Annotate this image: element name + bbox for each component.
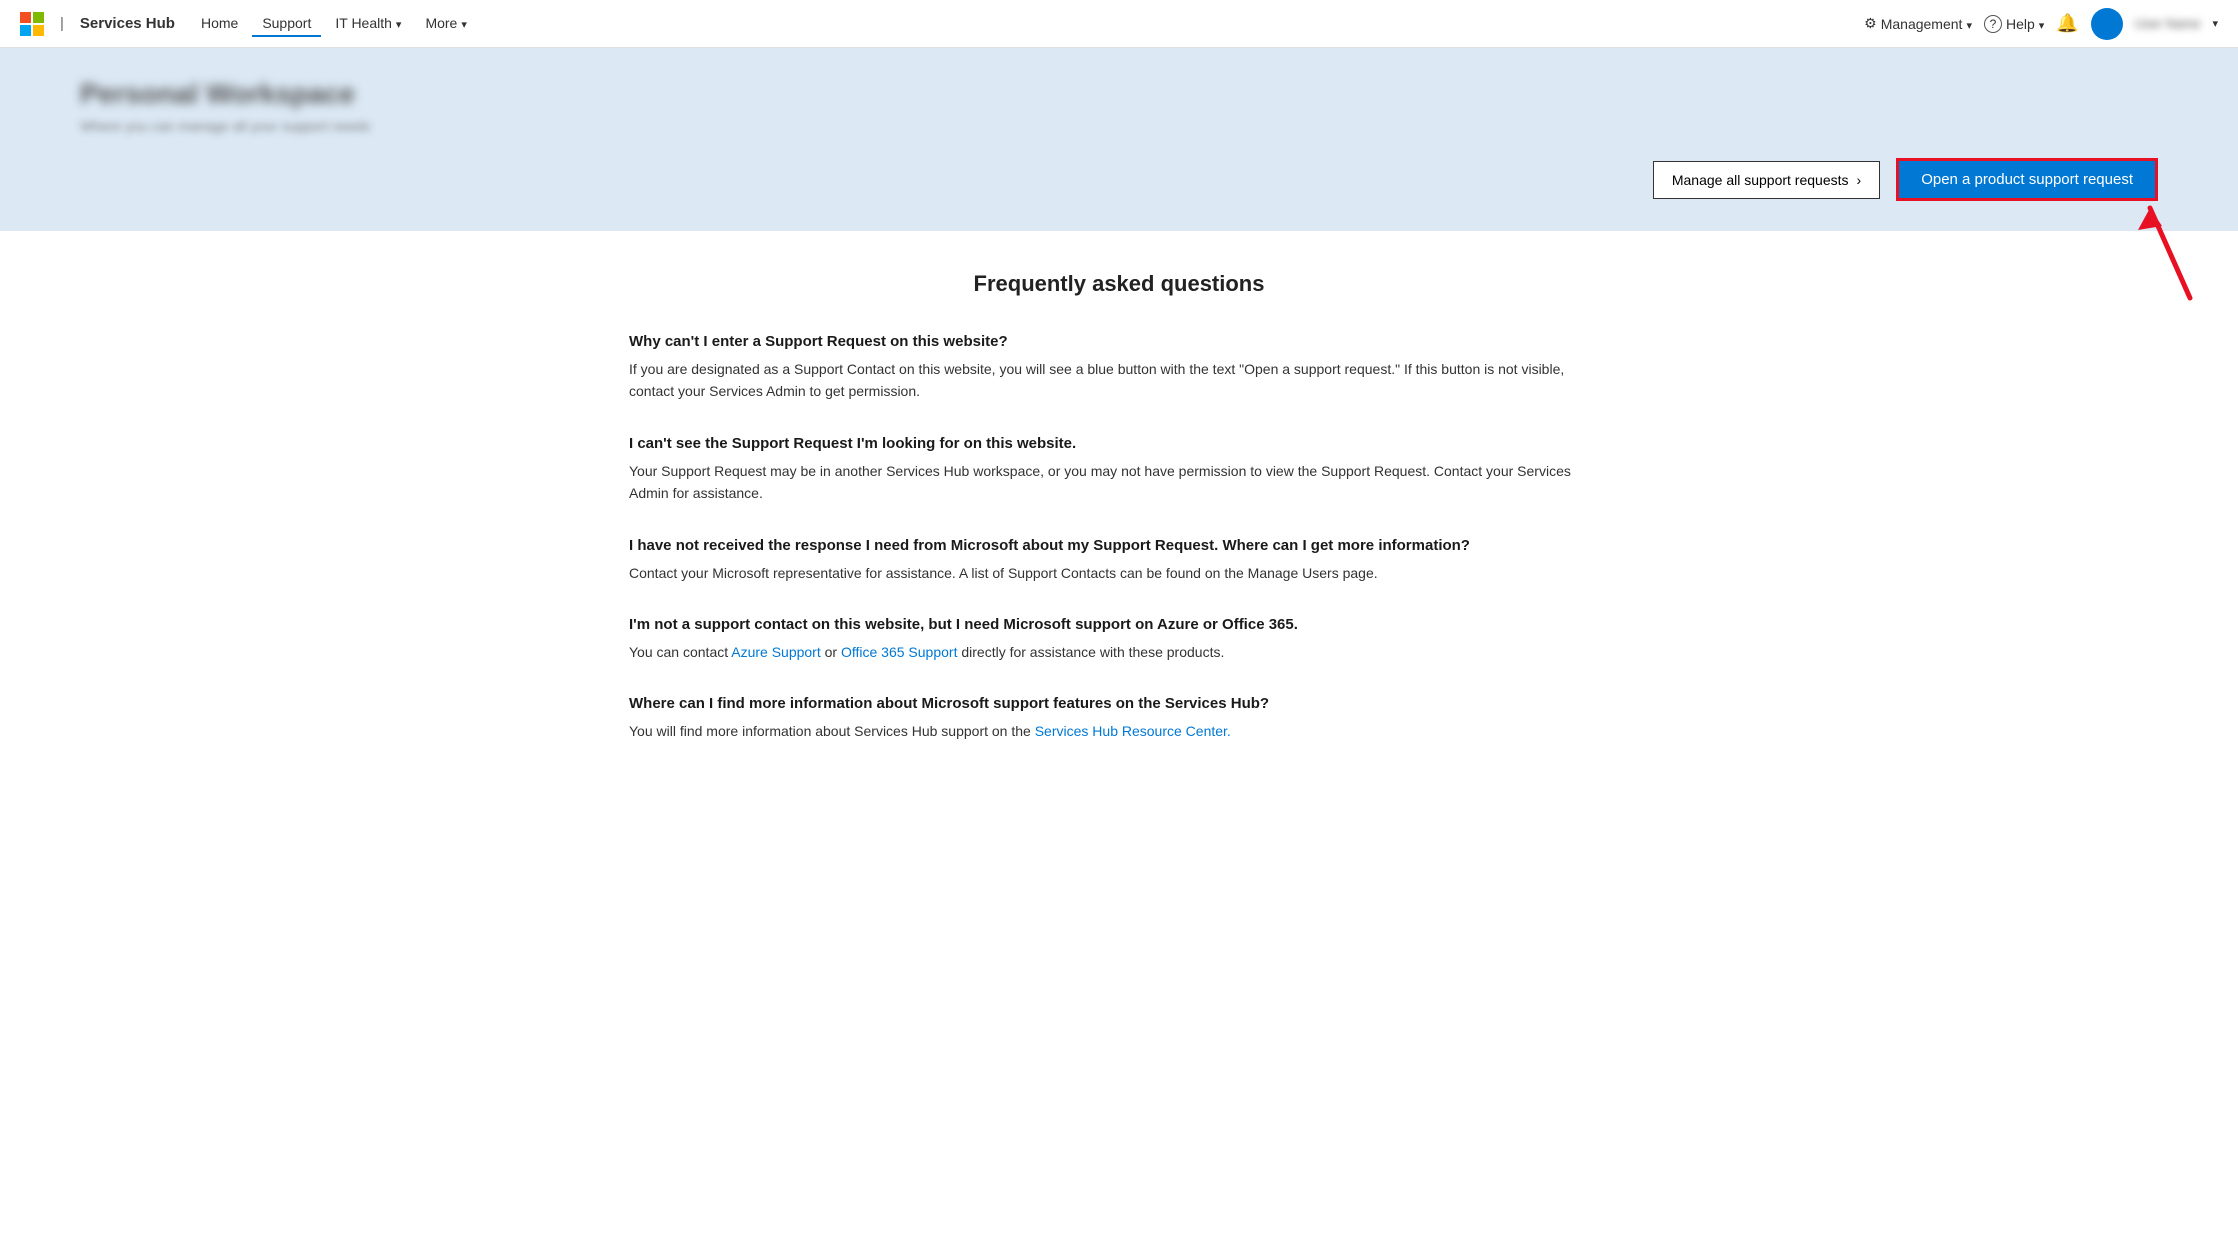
faq-item-3: I have not received the response I need …: [629, 537, 1609, 584]
nav-items: Home Support IT Health More: [191, 11, 1856, 37]
manage-requests-button[interactable]: Manage all support requests ›: [1653, 161, 1880, 199]
hero-wrapper: Personal Workspace Where you can manage …: [0, 48, 2238, 231]
nav-support[interactable]: Support: [252, 11, 321, 37]
arrow-right-icon: ›: [1857, 172, 1862, 188]
hero-actions: Manage all support requests › Open a pro…: [80, 158, 2158, 201]
faq-question-2: I can't see the Support Request I'm look…: [629, 435, 1609, 452]
faq-question-1: Why can't I enter a Support Request on t…: [629, 333, 1609, 350]
faq-item-4: I'm not a support contact on this websit…: [629, 616, 1609, 663]
bell-icon: 🔔: [2056, 13, 2078, 34]
management-menu[interactable]: ⚙ Management: [1864, 15, 1972, 32]
more-chevron: [461, 15, 467, 31]
help-chevron: [2039, 16, 2045, 32]
faq-answer-2: Your Support Request may be in another S…: [629, 460, 1609, 505]
nav-right: ⚙ Management ? Help 🔔 User Name ▾: [1864, 8, 2218, 40]
azure-support-link[interactable]: Azure Support: [731, 644, 821, 660]
faq-answer-4: You can contact Azure Support or Office …: [629, 641, 1609, 663]
avatar[interactable]: [2091, 8, 2123, 40]
microsoft-logo: [20, 12, 44, 36]
faq-answer-1: If you are designated as a Support Conta…: [629, 358, 1609, 403]
account-chevron[interactable]: ▾: [2212, 17, 2218, 30]
logo-yellow: [33, 25, 44, 36]
main-content: Frequently asked questions Why can't I e…: [569, 231, 1669, 815]
nav-it-health[interactable]: IT Health: [325, 11, 411, 37]
office365-support-link[interactable]: Office 365 Support: [841, 644, 957, 660]
faq-question-4: I'm not a support contact on this websit…: [629, 616, 1609, 633]
brand-logo: | Services Hub: [20, 12, 175, 36]
help-icon: ?: [1984, 15, 2002, 33]
brand-name: Services Hub: [80, 15, 175, 32]
hero-title: Personal Workspace: [80, 78, 2158, 110]
faq-item-5: Where can I find more information about …: [629, 695, 1609, 742]
faq-question-5: Where can I find more information about …: [629, 695, 1609, 712]
faq-answer-3: Contact your Microsoft representative fo…: [629, 562, 1609, 584]
logo-green: [33, 12, 44, 23]
navbar: | Services Hub Home Support IT Health Mo…: [0, 0, 2238, 48]
gear-icon: ⚙: [1864, 15, 1877, 32]
faq-title: Frequently asked questions: [629, 271, 1609, 297]
open-support-request-button[interactable]: Open a product support request: [1896, 158, 2158, 201]
management-chevron: [1966, 16, 1972, 32]
hero-subtitle: Where you can manage all your support ne…: [80, 118, 2158, 134]
faq-question-3: I have not received the response I need …: [629, 537, 1609, 554]
hero-section: Personal Workspace Where you can manage …: [0, 48, 2238, 231]
nav-more[interactable]: More: [415, 11, 476, 37]
resource-center-link[interactable]: Services Hub Resource Center.: [1035, 723, 1231, 739]
faq-item-2: I can't see the Support Request I'm look…: [629, 435, 1609, 505]
logo-red: [20, 12, 31, 23]
logo-blue: [20, 25, 31, 36]
faq-item-1: Why can't I enter a Support Request on t…: [629, 333, 1609, 403]
account-name: User Name: [2135, 16, 2201, 31]
help-menu[interactable]: ? Help: [1984, 15, 2044, 33]
it-health-chevron: [396, 15, 402, 31]
nav-home[interactable]: Home: [191, 11, 248, 37]
notifications-button[interactable]: 🔔: [2056, 13, 2078, 34]
faq-answer-5: You will find more information about Ser…: [629, 720, 1609, 742]
